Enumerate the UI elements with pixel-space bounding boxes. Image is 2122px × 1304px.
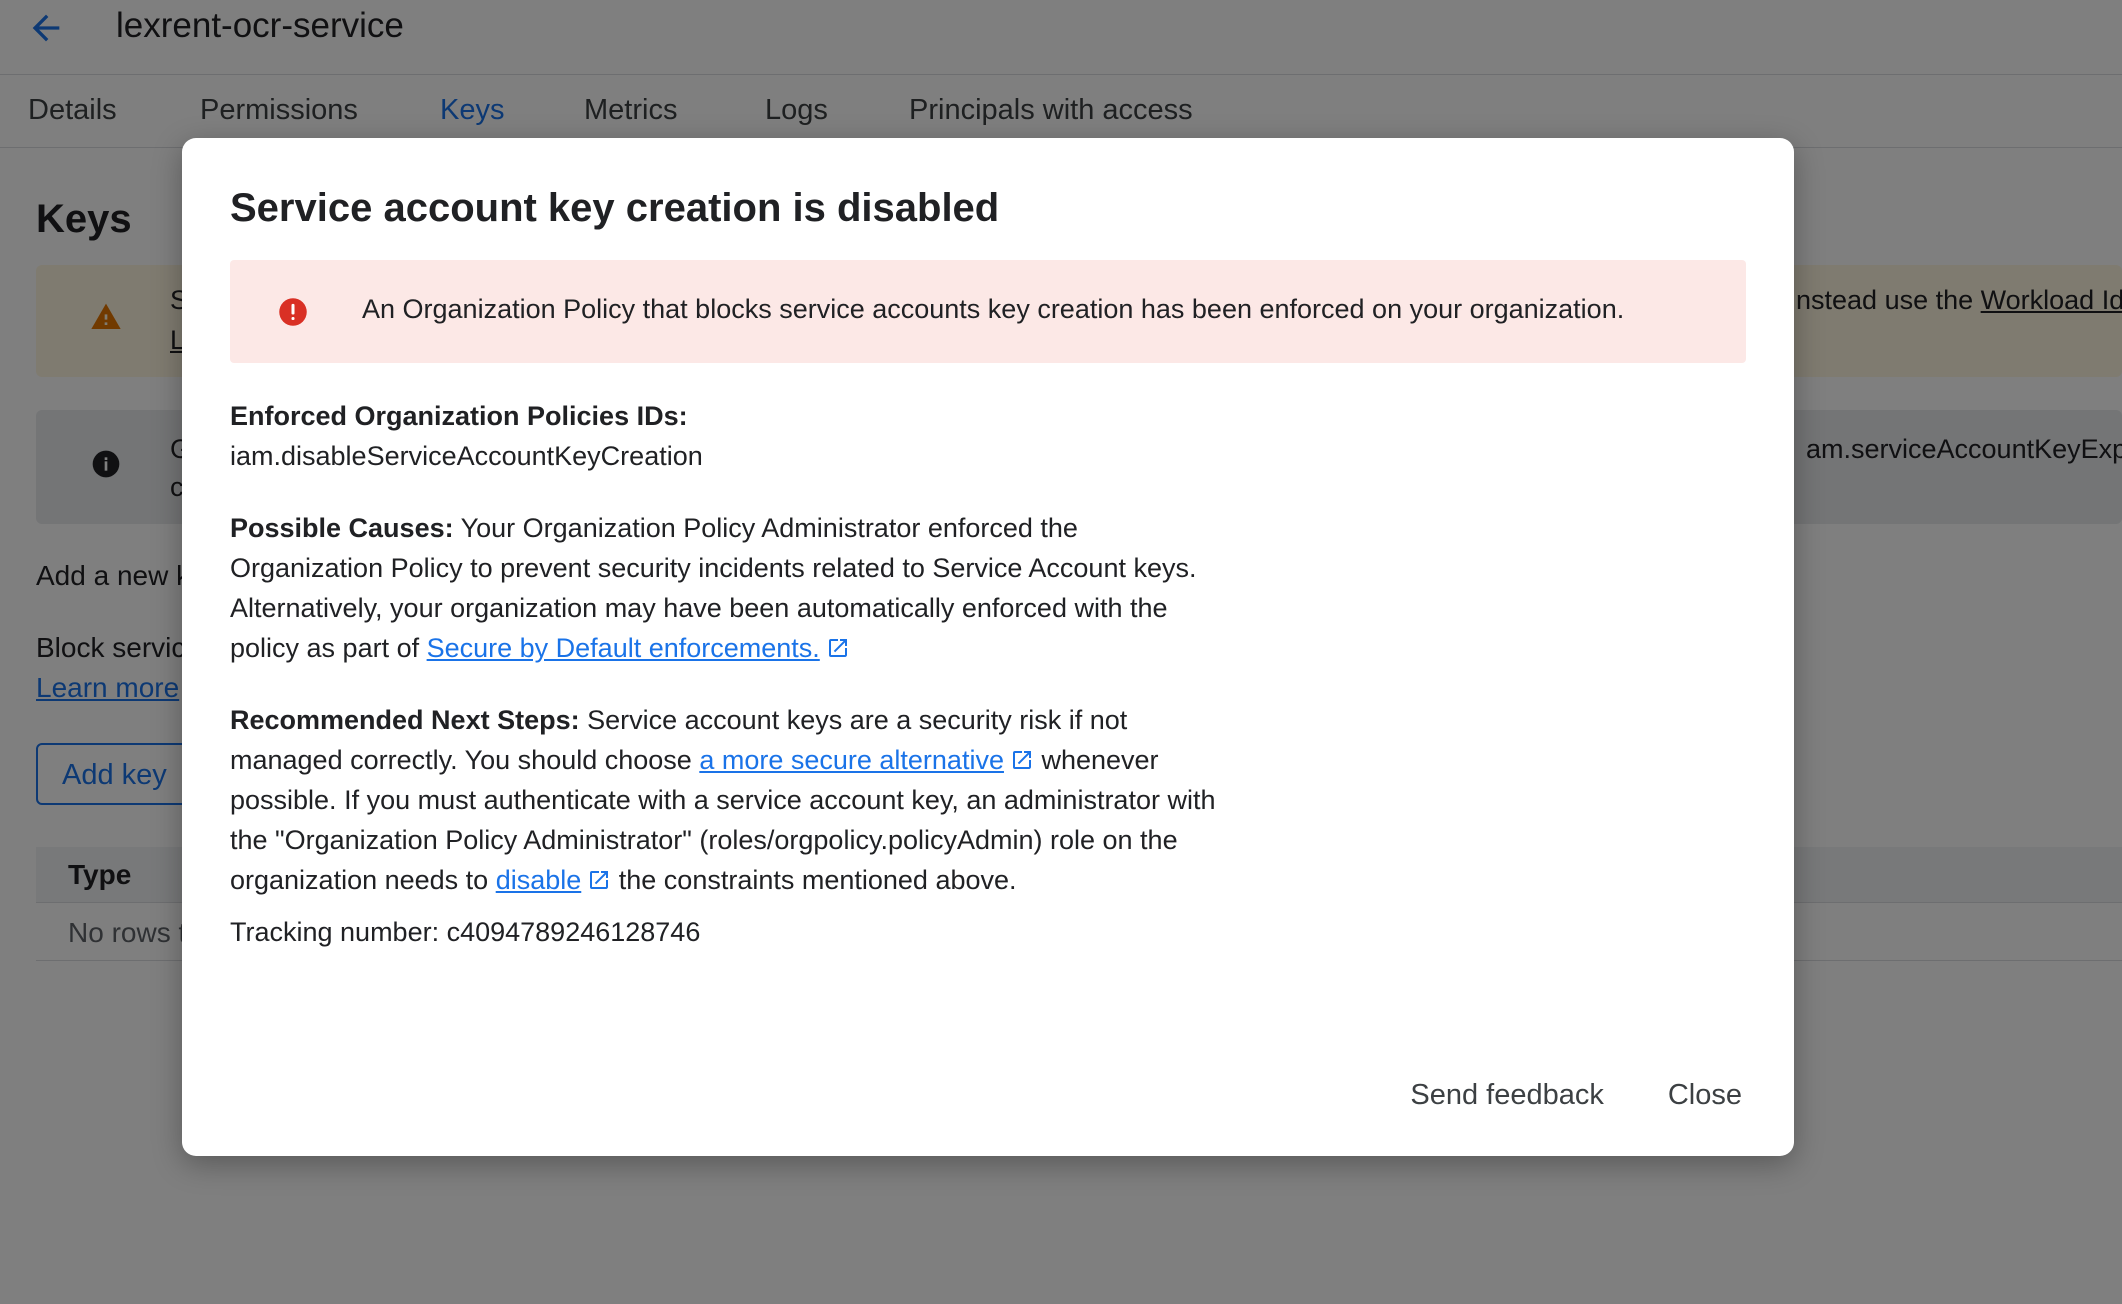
causes-label: Possible Causes:: [230, 513, 454, 543]
steps-label: Recommended Next Steps:: [230, 705, 580, 735]
disable-link[interactable]: disable: [496, 865, 582, 895]
policies-value: iam.disableServiceAccountKeyCreation: [230, 441, 703, 471]
external-link-icon[interactable]: [1010, 748, 1034, 772]
enforced-policies-section: Enforced Organization Policies IDs: iam.…: [230, 396, 1230, 476]
external-link-icon[interactable]: [587, 868, 611, 892]
next-steps-section: Recommended Next Steps: Service account …: [230, 700, 1230, 900]
dialog-actions: Send feedback Close: [1398, 1069, 1754, 1122]
policies-label: Enforced Organization Policies IDs:: [230, 401, 688, 431]
send-feedback-button[interactable]: Send feedback: [1398, 1069, 1615, 1122]
error-icon: [279, 298, 307, 326]
close-button[interactable]: Close: [1656, 1069, 1754, 1122]
steps-text-3: the constraints mentioned above.: [611, 865, 1017, 895]
key-creation-disabled-dialog: Service account key creation is disabled…: [182, 138, 1794, 1156]
error-message: An Organization Policy that blocks servi…: [362, 294, 1625, 324]
external-link-icon[interactable]: [826, 636, 850, 660]
error-banner: An Organization Policy that blocks servi…: [230, 260, 1746, 363]
possible-causes-section: Possible Causes: Your Organization Polic…: [230, 508, 1230, 668]
tracking-number: Tracking number: c4094789246128746: [230, 917, 701, 947]
dialog-title: Service account key creation is disabled: [230, 186, 1000, 230]
secure-by-default-link[interactable]: Secure by Default enforcements.: [427, 633, 820, 663]
secure-alternative-link[interactable]: a more secure alternative: [699, 745, 1004, 775]
